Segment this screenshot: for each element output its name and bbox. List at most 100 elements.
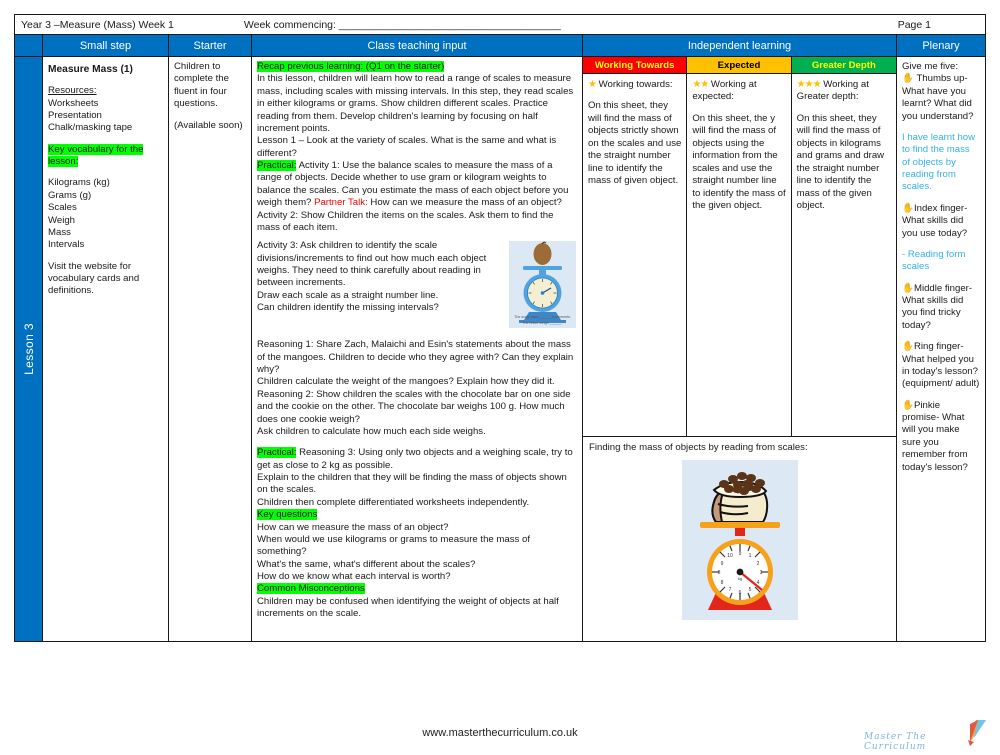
star-icon: ★★★ [796, 79, 822, 90]
reasoning-2b: Ask children to calculate how much each … [257, 425, 486, 437]
list-item: Scales [48, 202, 77, 214]
page-number: Page 1 [897, 18, 931, 31]
star-icon: ★ [588, 79, 597, 90]
column-greater-depth: Greater Depth ★★★ Working at Greater dep… [791, 57, 896, 436]
class-teaching-input-cell: Recap previous learning: (Q1 on the star… [252, 57, 583, 641]
greater-depth-text: On this sheet, they will find the mass o… [796, 112, 885, 212]
plenary-intro: Give me five: [902, 61, 958, 72]
practical-label: Practical: [257, 160, 297, 171]
lesson-number-tab: Lesson 3 [15, 57, 43, 641]
vocabulary-list: Kilograms (kg) Grams (g) Scales Weigh Ma… [48, 177, 163, 251]
differentiation-columns: Working Towards ★ Working towards: On th… [583, 57, 896, 437]
lesson-number-label: Lesson 3 [21, 323, 36, 375]
scale-illustration-large: 912 345 678 8 9 10 kg [681, 460, 798, 620]
misconceptions-heading: Common Misconceptions [257, 583, 365, 595]
list-item: How do we know what each interval is wor… [257, 571, 451, 582]
svg-text:8: 8 [720, 580, 723, 586]
expected-body: ★★ Working at expected: On this sheet, t… [687, 74, 790, 436]
key-questions-heading: Key questions [257, 509, 318, 521]
plenary-answer-2: - Reading form scales [902, 248, 966, 273]
week-commencing-field: Week commencing: _______________________… [243, 18, 561, 31]
header-starter: Starter [169, 35, 252, 56]
reasoning-1: Reasoning 1: Share Zach, Malaichi and Es… [257, 339, 574, 375]
plenary-item-1: ✋ Thumbs up- What have you learnt? What … [902, 73, 974, 122]
list-item: Weigh [48, 214, 76, 226]
figure-caption: Finding the mass of objects by reading f… [589, 442, 808, 453]
brand-logo: Master The Curriculum [858, 718, 988, 752]
hand-icon: ✋ [902, 202, 914, 214]
list-item: Worksheets [48, 97, 99, 109]
plenary-answer-1: I have learnt how to find the mass of ob… [902, 131, 976, 193]
starter-line-2: (Available soon) [174, 119, 243, 131]
status-badge-greater-depth: Greater Depth [791, 57, 896, 74]
svg-text:5: 5 [748, 587, 751, 593]
starter-line-1: Children to complete the fluent in four … [174, 61, 229, 110]
list-item: Grams (g) [48, 189, 92, 201]
working-towards-text: On this sheet, they will find the mass o… [588, 100, 682, 187]
header-class-teaching-input: Class teaching input [252, 35, 583, 56]
svg-text:7: 7 [728, 587, 731, 593]
list-item: Mass [48, 226, 71, 238]
table-header-row: Small step Starter Class teaching input … [14, 34, 986, 56]
list-item: When would we use kilograms or grams to … [257, 533, 531, 558]
small-step-title: Measure Mass (1) [48, 64, 133, 75]
independent-learning-cell: Working Towards ★ Working towards: On th… [583, 57, 897, 641]
scale-caption-weight: The onion weigh ______. [522, 320, 563, 325]
plenary-item-3: ✋Middle finger- What skills did you find… [902, 282, 973, 331]
independent-learning-figure-area: Finding the mass of objects by reading f… [583, 437, 896, 641]
svg-text:2: 2 [756, 561, 759, 567]
misconceptions-text: Children may be confused when identifyin… [257, 595, 559, 620]
reasoning-1b: Children calculate the weight of the man… [257, 376, 555, 388]
lesson-1-line: Lesson 1 – Look at the variety of scales… [257, 135, 557, 159]
header-plenary: Plenary [897, 35, 985, 56]
reasoning-3: Practical: Reasoning 3: Using only two o… [257, 447, 573, 471]
working-towards-subtitle: Working towards: [595, 79, 673, 90]
greater-depth-body: ★★★ Working at Greater depth: On this sh… [792, 74, 896, 436]
expected-text: On this sheet, the y will find the mass … [692, 112, 786, 212]
hand-icon: ✋ [902, 73, 914, 85]
list-item: Chalk/masking tape [48, 122, 133, 134]
document-meta-row: Year 3 –Measure (Mass) Week 1 Week comme… [14, 14, 986, 34]
svg-text:10: 10 [727, 553, 733, 559]
plenary-item-2: ✋Index finger- What skills did you use t… [902, 202, 968, 239]
svg-text:3: 3 [759, 570, 762, 576]
svg-text:9: 9 [720, 561, 723, 567]
hand-icon: ✋ [902, 282, 914, 294]
list-item: Presentation [48, 109, 102, 121]
starter-cell: Children to complete the fluent in four … [169, 57, 252, 641]
table-body-row: Lesson 3 Measure Mass (1) Resources: Wor… [14, 56, 986, 642]
small-step-cell: Measure Mass (1) Resources: Worksheets P… [43, 57, 169, 641]
plenary-item-5: ✋Pinkie promise- What will you make sure… [902, 399, 968, 473]
star-icon: ★★ [692, 79, 709, 90]
column-working-towards: Working Towards ★ Working towards: On th… [583, 57, 688, 436]
list-item: Intervals [48, 239, 85, 251]
lesson-intro: In this lesson, children will learn how … [257, 73, 574, 134]
status-badge-expected: Expected [687, 57, 791, 74]
page-title: Year 3 –Measure (Mass) Week 1 [21, 18, 174, 31]
svg-text:kg: kg [737, 576, 741, 581]
header-independent-learning: Independent learning [583, 35, 897, 56]
activity-1: Practical: Activity 1: Use the balance s… [257, 160, 569, 209]
svg-text:9: 9 [738, 551, 741, 557]
list-item: Kilograms (kg) [48, 177, 110, 189]
list-item: How can we measure the mass of an object… [257, 521, 449, 533]
svg-text:6: 6 [738, 590, 741, 596]
status-badge-working-towards: Working Towards [583, 57, 687, 74]
hand-icon: ✋ [902, 341, 914, 353]
plenary-item-4: ✋Ring finger- What helped you in today's… [902, 341, 980, 390]
resources-label: Resources: [48, 85, 97, 97]
header-small-step: Small step [43, 35, 169, 56]
scale-caption-increments: The scale uses ______ increments. [514, 314, 571, 319]
website-note: Visit the website for vocabulary cards a… [48, 260, 140, 297]
scale-illustration-small: The scale uses ______ increments. The on… [509, 241, 576, 329]
reasoning-2: Reasoning 2: Show children the scales wi… [257, 388, 571, 425]
header-lesson [15, 35, 43, 56]
worksheets-line: Children then complete differentiated wo… [257, 496, 530, 508]
list-item: What's the same, what's different about … [257, 558, 476, 570]
svg-text:1: 1 [748, 553, 751, 559]
recap-heading: Recap previous learning: (Q1 on the star… [257, 61, 445, 72]
activity-2: Activity 2: Show Children the items on t… [257, 209, 554, 233]
resources-list: Worksheets Presentation Chalk/masking ta… [48, 98, 163, 135]
practical-label-2: Practical: [257, 447, 297, 459]
hand-icon: ✋ [902, 399, 914, 411]
